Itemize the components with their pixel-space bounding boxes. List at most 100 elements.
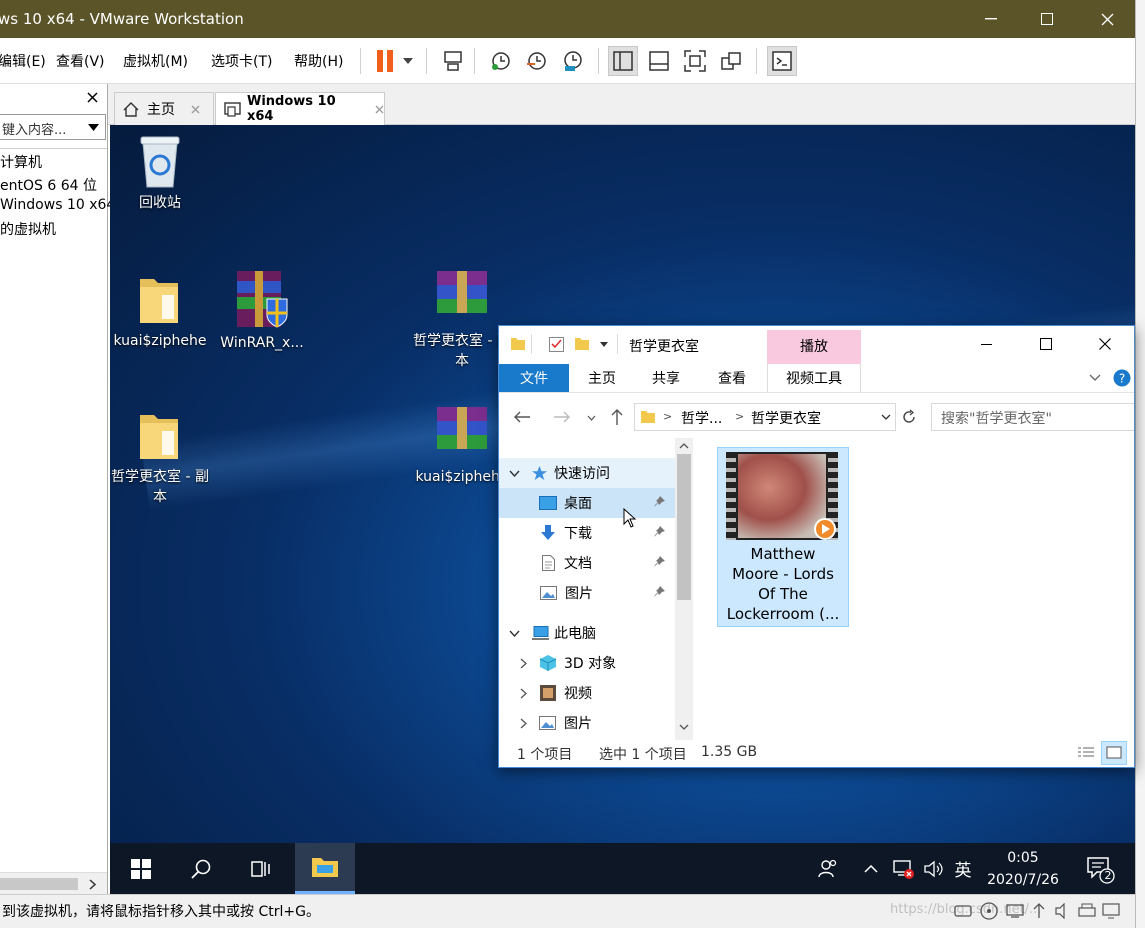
network-disconnected-icon[interactable] bbox=[888, 843, 918, 894]
chevron-down-icon[interactable] bbox=[600, 342, 608, 347]
breadcrumb-item[interactable]: 哲学... bbox=[681, 408, 722, 428]
scroll-thumb[interactable] bbox=[677, 454, 691, 600]
search-icon[interactable] bbox=[178, 843, 224, 894]
desktop-icon-recycle-bin[interactable]: 回收站 bbox=[110, 133, 210, 213]
pin-icon[interactable] bbox=[654, 526, 665, 537]
ribbon-tab-file[interactable]: 文件 bbox=[499, 364, 569, 392]
explorer-titlebar[interactable]: 哲学更衣室 播放 bbox=[499, 326, 1134, 364]
ribbon-tab-video-tools[interactable]: 视频工具 bbox=[767, 364, 861, 392]
menu-view[interactable]: 查看(V) bbox=[56, 51, 105, 71]
display-icon[interactable] bbox=[1102, 903, 1120, 919]
library-hscrollbar[interactable] bbox=[0, 872, 107, 894]
volume-icon[interactable] bbox=[920, 843, 946, 894]
file-item[interactable]: Matthew Moore - Lords Of The Lockerroom … bbox=[717, 447, 849, 627]
pin-icon[interactable] bbox=[654, 556, 665, 567]
breadcrumb-item[interactable]: 哲学更衣室 bbox=[751, 408, 821, 428]
chevron-down-icon[interactable] bbox=[587, 415, 596, 421]
cd-dvd-icon[interactable] bbox=[980, 902, 998, 920]
library-item[interactable]: entOS 6 64 位 bbox=[0, 175, 97, 195]
chevron-down-icon[interactable] bbox=[881, 414, 891, 420]
up-icon[interactable] bbox=[611, 409, 623, 425]
close-button[interactable] bbox=[1084, 0, 1130, 38]
desktop-icon-rar[interactable]: kuai$ziphehe bbox=[412, 407, 512, 487]
desktop-icon-rar[interactable]: 哲学更衣室 - 副本 bbox=[412, 271, 512, 371]
chevron-up-icon[interactable] bbox=[858, 843, 884, 894]
nav-videos[interactable]: 视频 bbox=[499, 678, 675, 708]
large-icons-view-icon[interactable] bbox=[1101, 741, 1127, 765]
nav-pictures[interactable]: 图片 bbox=[499, 578, 675, 608]
library-item[interactable]: 的虚拟机 bbox=[0, 219, 56, 239]
chevron-down-icon[interactable] bbox=[1089, 374, 1101, 381]
minimize-button[interactable] bbox=[981, 344, 992, 345]
menu-edit[interactable]: 编辑(E) bbox=[0, 51, 46, 71]
snapshot-manager-icon[interactable] bbox=[558, 46, 588, 76]
chevron-right-icon[interactable] bbox=[520, 718, 527, 729]
tab-home[interactable]: 主页 bbox=[114, 92, 214, 125]
close-icon[interactable] bbox=[87, 92, 98, 103]
search-input[interactable]: 搜索"哲学更衣室" bbox=[931, 403, 1134, 431]
task-view-icon[interactable] bbox=[238, 843, 284, 894]
close-icon[interactable] bbox=[191, 105, 200, 114]
chevron-right-icon[interactable] bbox=[520, 658, 527, 669]
usb-icon[interactable] bbox=[1030, 903, 1048, 919]
ribbon-tab-view[interactable]: 查看 bbox=[705, 364, 759, 392]
menu-help[interactable]: 帮助(H) bbox=[294, 51, 343, 71]
scroll-thumb[interactable] bbox=[0, 878, 78, 890]
library-item[interactable]: Windows 10 x64 bbox=[0, 197, 115, 213]
close-icon[interactable] bbox=[375, 105, 384, 114]
chevron-down-icon[interactable] bbox=[509, 630, 520, 637]
desktop-icon-winrar[interactable]: WinRAR_x... bbox=[212, 271, 312, 353]
details-view-icon[interactable] bbox=[1077, 746, 1095, 760]
taskbar-file-explorer[interactable] bbox=[295, 843, 355, 894]
back-icon[interactable] bbox=[514, 411, 530, 423]
pin-icon[interactable] bbox=[654, 496, 665, 507]
chevron-up-icon[interactable] bbox=[679, 443, 689, 449]
printer-icon[interactable] bbox=[1078, 903, 1096, 919]
address-bar[interactable]: > 哲学... > 哲学更衣室 bbox=[634, 403, 896, 431]
minimize-button[interactable] bbox=[968, 0, 1014, 38]
nav-this-pc[interactable]: 此电脑 bbox=[499, 618, 675, 648]
chevron-down-icon[interactable] bbox=[396, 46, 420, 76]
ribbon-tab-home[interactable]: 主页 bbox=[575, 364, 629, 392]
ime-indicator[interactable]: 英 bbox=[948, 843, 978, 894]
chevron-down-icon[interactable] bbox=[88, 124, 99, 131]
chevron-right-icon[interactable] bbox=[520, 688, 527, 699]
refresh-icon[interactable] bbox=[901, 409, 917, 425]
sound-card-icon[interactable] bbox=[1054, 903, 1072, 919]
windows-start-icon[interactable] bbox=[118, 843, 164, 894]
menu-vm[interactable]: 虚拟机(M) bbox=[123, 51, 188, 71]
tab-windows-10[interactable]: Windows 10 x64 bbox=[215, 92, 385, 125]
pin-icon[interactable] bbox=[654, 586, 665, 597]
show-library-icon[interactable] bbox=[608, 46, 638, 76]
maximize-button[interactable] bbox=[1024, 0, 1070, 38]
desktop-icon-folder[interactable]: 哲学更衣室 - 副本 bbox=[110, 407, 210, 507]
library-item[interactable]: 计算机 bbox=[0, 152, 42, 172]
nav-scrollbar[interactable] bbox=[675, 438, 693, 740]
properties-icon[interactable] bbox=[549, 337, 564, 352]
people-icon[interactable] bbox=[810, 843, 846, 894]
nav-documents[interactable]: 文档 bbox=[499, 548, 675, 578]
nav-desktop[interactable]: 桌面 bbox=[499, 488, 675, 518]
console-icon[interactable] bbox=[767, 46, 797, 76]
hard-disk-icon[interactable] bbox=[954, 903, 972, 919]
ribbon-tab-share[interactable]: 共享 bbox=[639, 364, 693, 392]
chevron-down-icon[interactable] bbox=[509, 470, 520, 477]
nav-quick-access[interactable]: 快速访问 bbox=[499, 458, 675, 488]
desktop-icon-folder[interactable]: kuai$ziphehe bbox=[110, 271, 210, 351]
send-ctrl-alt-del-icon[interactable] bbox=[438, 46, 468, 76]
close-button[interactable] bbox=[1099, 338, 1111, 350]
unity-icon[interactable] bbox=[716, 46, 746, 76]
forward-icon[interactable] bbox=[554, 411, 570, 423]
thumbnail-bar-icon[interactable] bbox=[644, 46, 674, 76]
nav-3d-objects[interactable]: 3D 对象 bbox=[499, 648, 675, 678]
network-adapter-icon[interactable] bbox=[1006, 903, 1024, 919]
maximize-button[interactable] bbox=[1040, 338, 1052, 350]
chevron-down-icon[interactable] bbox=[679, 724, 689, 730]
snapshot-icon[interactable] bbox=[486, 46, 516, 76]
action-center-icon[interactable]: 2 bbox=[1078, 843, 1122, 894]
clock[interactable]: 0:05 2020/7/26 bbox=[978, 847, 1068, 891]
revert-snapshot-icon[interactable] bbox=[522, 46, 552, 76]
menu-tabs[interactable]: 选项卡(T) bbox=[211, 51, 272, 71]
new-folder-icon[interactable] bbox=[575, 337, 589, 350]
nav-downloads[interactable]: 下载 bbox=[499, 518, 675, 548]
